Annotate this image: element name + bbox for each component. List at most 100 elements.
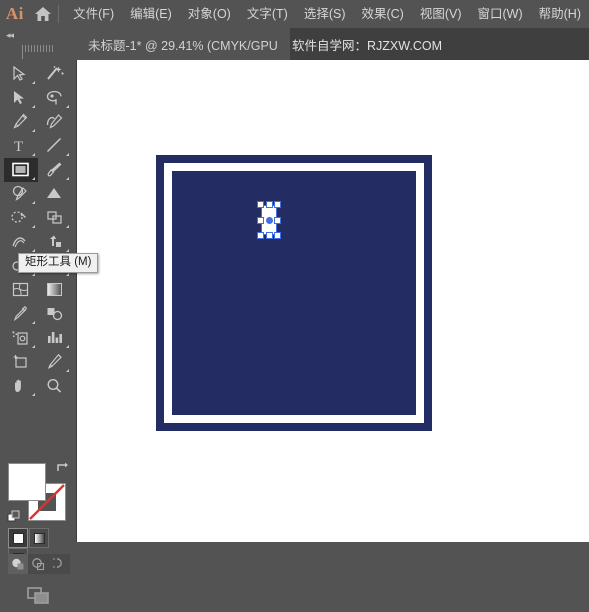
curvature-tool[interactable]	[38, 110, 72, 134]
direct-selection-tool[interactable]	[4, 86, 38, 110]
handle-middle-right[interactable]	[274, 217, 281, 224]
flyout-indicator-icon	[32, 129, 35, 132]
flyout-indicator-icon	[32, 81, 35, 84]
flyout-indicator-icon	[32, 249, 35, 252]
scale-tool[interactable]	[38, 206, 72, 230]
double-chevron-left-icon[interactable]: ◂◂	[6, 31, 14, 40]
type-tool[interactable]: T	[4, 134, 38, 158]
zoom-tool[interactable]	[38, 374, 72, 398]
tool-grid: T	[4, 62, 72, 398]
width-tool[interactable]	[4, 230, 38, 254]
menu-item-list: 文件(F) 编辑(E) 对象(O) 文字(T) 选择(S) 效果(C) 视图(V…	[65, 4, 589, 25]
document-tab-bar: ◂◂ 未标题-1* @ 29.41% (CMYK/GPU 软件自学网：RJZXW…	[0, 28, 589, 60]
handle-bottom-right[interactable]	[274, 232, 281, 239]
flyout-indicator-icon	[32, 273, 35, 276]
toolbar-drag-grip[interactable]	[22, 45, 56, 59]
selection-tool[interactable]	[4, 62, 38, 86]
handle-top-right[interactable]	[274, 201, 281, 208]
drawing-mode-buttons	[8, 554, 70, 574]
fill-stroke-swatches	[7, 461, 70, 524]
menu-object[interactable]: 对象(O)	[180, 4, 239, 25]
flyout-indicator-icon	[32, 321, 35, 324]
flyout-indicator-icon	[66, 369, 69, 372]
change-screen-mode-button[interactable]	[24, 585, 54, 607]
flyout-indicator-icon	[32, 345, 35, 348]
selection-center-point	[266, 217, 273, 224]
fill-swatch[interactable]	[8, 463, 46, 501]
menu-help[interactable]: 帮助(H)	[531, 4, 589, 25]
svg-text:T: T	[14, 139, 23, 155]
eraser-tool[interactable]	[4, 206, 38, 230]
document-canvas[interactable]	[77, 60, 589, 542]
tool-tooltip: 矩形工具 (M)	[18, 253, 99, 274]
draw-normal-button[interactable]	[8, 554, 28, 574]
watermark-text: 软件自学网：RJZXW.COM	[292, 38, 442, 53]
nested-square-artwork[interactable]	[156, 155, 434, 433]
illustrator-window: Ai 文件(F) 编辑(E) 对象(O) 文字(T) 选择(S) 效果(C) 视…	[0, 0, 589, 604]
app-logo: Ai	[5, 4, 24, 23]
lasso-tool[interactable]	[38, 86, 72, 110]
handle-top-center[interactable]	[266, 201, 273, 208]
menu-window[interactable]: 窗口(W)	[470, 4, 531, 25]
flyout-indicator-icon	[66, 105, 69, 108]
flyout-indicator-icon	[66, 153, 69, 156]
draw-behind-button[interactable]	[28, 554, 48, 574]
menu-effect[interactable]: 效果(C)	[353, 4, 411, 25]
menu-type[interactable]: 文字(T)	[239, 4, 296, 25]
menu-view[interactable]: 视图(V)	[412, 4, 470, 25]
draw-behind-icon	[32, 558, 45, 571]
eyedropper-tool[interactable]	[4, 302, 38, 326]
rectangle-tool[interactable]	[4, 158, 38, 182]
mesh-tool[interactable]	[4, 278, 38, 302]
gradient-mode-button[interactable]	[29, 528, 49, 548]
handle-middle-left[interactable]	[257, 217, 264, 224]
document-tab[interactable]: 未标题-1* @ 29.41% (CMYK/GPU	[76, 28, 290, 60]
shaper-tool[interactable]	[4, 182, 38, 206]
default-fill-stroke-icon[interactable]	[7, 510, 21, 524]
artwork-inner-square	[172, 171, 416, 415]
flyout-indicator-icon	[66, 273, 69, 276]
menu-bar: Ai 文件(F) 编辑(E) 对象(O) 文字(T) 选择(S) 效果(C) 视…	[0, 0, 589, 28]
gradient-mode-icon	[34, 533, 45, 544]
column-graph-tool[interactable]	[38, 326, 72, 350]
home-icon[interactable]	[30, 0, 57, 28]
draw-inside-icon	[52, 558, 62, 568]
color-mode-icon	[13, 533, 24, 544]
flyout-indicator-icon	[66, 345, 69, 348]
flyout-indicator-icon	[32, 105, 35, 108]
handle-top-left[interactable]	[257, 201, 264, 208]
free-transform-tool[interactable]	[38, 230, 72, 254]
color-mode-button[interactable]	[8, 528, 28, 548]
gradient-mesh-tool[interactable]	[38, 182, 72, 206]
flyout-indicator-icon	[32, 153, 35, 156]
swap-fill-stroke-icon[interactable]	[56, 461, 70, 475]
pen-tool[interactable]	[4, 110, 38, 134]
menu-select[interactable]: 选择(S)	[296, 4, 354, 25]
paintbrush-tool[interactable]	[38, 158, 72, 182]
flyout-indicator-icon	[66, 177, 69, 180]
menu-edit[interactable]: 编辑(E)	[122, 4, 180, 25]
blend-tool[interactable]	[38, 302, 72, 326]
flyout-indicator-icon	[32, 201, 35, 204]
handle-bottom-left[interactable]	[257, 232, 264, 239]
fill-mode-buttons	[8, 528, 70, 568]
artboard-tool[interactable]	[4, 350, 38, 374]
flyout-indicator-icon	[66, 225, 69, 228]
toolbar-header: ◂◂	[0, 28, 76, 60]
magic-wand-tool[interactable]	[38, 62, 72, 86]
hand-tool[interactable]	[4, 374, 38, 398]
draw-inside-button[interactable]	[48, 554, 68, 574]
flyout-indicator-icon	[32, 225, 35, 228]
flyout-indicator-icon	[32, 393, 35, 396]
line-segment-tool[interactable]	[38, 134, 72, 158]
symbol-sprayer-tool[interactable]	[4, 326, 38, 350]
screen-mode-icon	[27, 587, 49, 604]
handle-bottom-center[interactable]	[266, 232, 273, 239]
flyout-indicator-icon	[32, 177, 35, 180]
flyout-indicator-icon	[66, 249, 69, 252]
selected-rectangle[interactable]	[257, 201, 281, 239]
gradient-tool[interactable]	[38, 278, 72, 302]
slice-tool[interactable]	[38, 350, 72, 374]
menu-divider	[58, 5, 60, 23]
menu-file[interactable]: 文件(F)	[65, 4, 122, 25]
